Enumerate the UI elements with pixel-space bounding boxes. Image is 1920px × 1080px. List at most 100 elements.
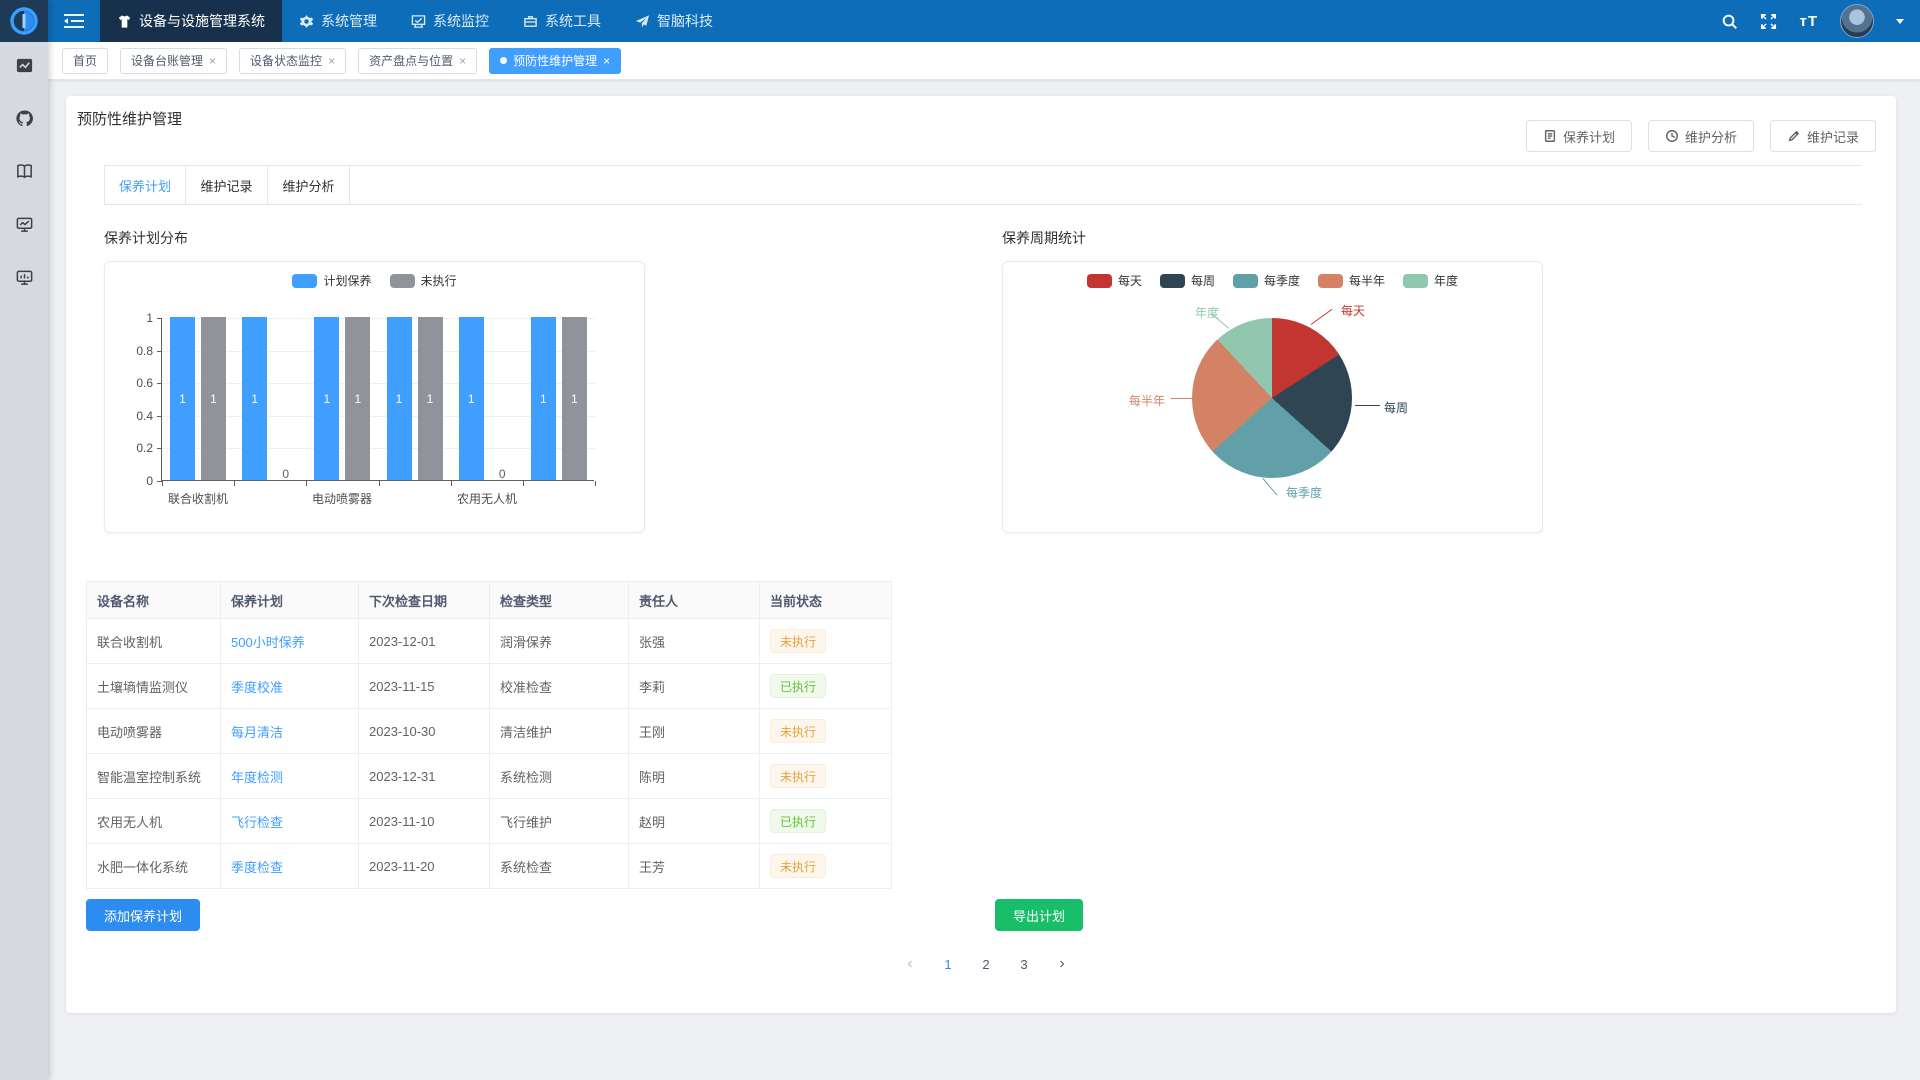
bar-value-label: 1 bbox=[354, 392, 361, 406]
pie-chart[interactable] bbox=[1192, 318, 1352, 478]
column-header: 检查类型 bbox=[490, 582, 629, 618]
menu-item-equipment-system[interactable]: 设备与设施管理系统 bbox=[100, 0, 282, 42]
bar-计划保养-智能温室控制系统: 1 bbox=[387, 317, 412, 480]
owner-cell: 陈明 bbox=[629, 754, 760, 798]
search-icon[interactable] bbox=[1721, 13, 1738, 30]
y-tick bbox=[157, 318, 162, 319]
bar-value-label: 1 bbox=[571, 392, 578, 406]
page-header-actions: 保养计划 维护分析 维护记录 bbox=[1526, 120, 1876, 152]
tag-equipment-status[interactable]: 设备状态监控× bbox=[239, 48, 346, 74]
plan-link[interactable]: 年度检测 bbox=[231, 767, 283, 786]
owner-cell: 王刚 bbox=[629, 709, 760, 753]
shirt-icon bbox=[117, 14, 132, 29]
bar-value-label: 1 bbox=[468, 392, 475, 406]
page-button-3[interactable]: 3 bbox=[1012, 952, 1036, 976]
menu-item-system-tools[interactable]: 系统工具 bbox=[506, 0, 618, 42]
status-badge: 已执行 bbox=[770, 809, 826, 833]
legend-unexecuted[interactable]: 未执行 bbox=[390, 272, 457, 289]
tag-label: 设备台账管理 bbox=[131, 52, 203, 69]
bar-value-label: 1 bbox=[210, 392, 217, 406]
x-axis-label: 电动喷雾器 bbox=[312, 490, 372, 507]
button-label: 维护分析 bbox=[1685, 127, 1737, 146]
legend-annual[interactable]: 年度 bbox=[1403, 272, 1458, 289]
bar-chart-plot: 1 0.8 0.6 0.4 0.2 0 联合收割机 电动喷雾器 农用无人机 11… bbox=[161, 318, 594, 481]
legend-label: 每季度 bbox=[1264, 272, 1300, 289]
x-axis-label: 农用无人机 bbox=[457, 490, 517, 507]
legend-weekly[interactable]: 每周 bbox=[1160, 272, 1215, 289]
book-icon[interactable] bbox=[15, 162, 34, 184]
add-maintenance-plan-button[interactable]: 添加保养计划 bbox=[86, 899, 200, 931]
legend-planned[interactable]: 计划保养 bbox=[292, 272, 371, 289]
close-icon[interactable]: × bbox=[459, 55, 466, 67]
column-header: 下次检查日期 bbox=[359, 582, 490, 618]
bar-value-label: 1 bbox=[396, 392, 403, 406]
maintenance-plan-button[interactable]: 保养计划 bbox=[1526, 120, 1632, 152]
bar-计划保养-联合收割机: 1 bbox=[170, 317, 195, 480]
legend-swatch bbox=[390, 274, 415, 288]
table-row: 水肥一体化系统 季度检查 2023-11-20 系统检查 王芳 未执行 bbox=[86, 844, 892, 889]
tab-maintenance-analysis[interactable]: 维护分析 bbox=[268, 166, 350, 204]
legend-quarterly[interactable]: 每季度 bbox=[1233, 272, 1300, 289]
menu-item-label: 系统管理 bbox=[321, 11, 377, 31]
next-date-cell: 2023-11-15 bbox=[359, 664, 490, 708]
tag-equipment-ledger[interactable]: 设备台账管理 × bbox=[120, 48, 227, 74]
export-plan-button[interactable]: 导出计划 bbox=[995, 899, 1083, 931]
fullscreen-icon[interactable] bbox=[1760, 13, 1777, 30]
paper-plane-icon bbox=[635, 14, 650, 29]
dashboard-icon[interactable] bbox=[15, 268, 34, 290]
bar-value-label: 1 bbox=[251, 392, 258, 406]
bar-未执行-智能温室控制系统: 1 bbox=[418, 317, 443, 480]
owner-cell: 李莉 bbox=[629, 664, 760, 708]
page-title: 预防性维护管理 bbox=[77, 108, 182, 129]
bar-value-label: 1 bbox=[179, 392, 186, 406]
x-tick bbox=[234, 481, 235, 486]
plan-link[interactable]: 飞行检查 bbox=[231, 812, 283, 831]
page-button-1[interactable]: 1 bbox=[936, 952, 960, 976]
tag-asset-inventory[interactable]: 资产盘点与位置× bbox=[358, 48, 477, 74]
tag-preventive-maintenance[interactable]: 预防性维护管理 × bbox=[489, 48, 621, 74]
chevron-down-icon[interactable] bbox=[1896, 19, 1904, 24]
tab-maintenance-records[interactable]: 维护记录 bbox=[186, 166, 268, 204]
next-page-button[interactable]: › bbox=[1050, 952, 1074, 976]
close-icon[interactable]: × bbox=[328, 55, 335, 67]
tab-maintenance-plan[interactable]: 保养计划 bbox=[104, 166, 186, 204]
owner-cell: 王芳 bbox=[629, 844, 760, 888]
github-icon[interactable] bbox=[15, 109, 34, 131]
column-header: 当前状态 bbox=[760, 582, 892, 618]
menu-item-system-management[interactable]: 系统管理 bbox=[282, 0, 394, 42]
logo-icon bbox=[8, 5, 40, 37]
y-axis-label: 0.8 bbox=[123, 344, 153, 358]
close-icon[interactable]: × bbox=[603, 55, 610, 67]
prev-page-button[interactable]: ‹ bbox=[898, 952, 922, 976]
legend-swatch bbox=[1403, 274, 1428, 288]
legend-semiannual[interactable]: 每半年 bbox=[1318, 272, 1385, 289]
plan-link[interactable]: 季度校准 bbox=[231, 677, 283, 696]
plan-link[interactable]: 季度检查 bbox=[231, 857, 283, 876]
check-type-cell: 系统检测 bbox=[490, 754, 629, 798]
y-axis-label: 0.4 bbox=[123, 409, 153, 423]
legend-swatch bbox=[1318, 274, 1343, 288]
tag-home[interactable]: 首页 bbox=[62, 48, 108, 74]
monitor-chart-icon[interactable] bbox=[15, 215, 34, 237]
plan-link[interactable]: 每月清洁 bbox=[231, 722, 283, 741]
plan-link[interactable]: 500小时保养 bbox=[231, 632, 305, 651]
pie-slice-label: 每季度 bbox=[1286, 484, 1322, 501]
legend-daily[interactable]: 每天 bbox=[1087, 272, 1142, 289]
close-icon[interactable]: × bbox=[209, 55, 216, 67]
page-button-2[interactable]: 2 bbox=[974, 952, 998, 976]
bar-value-label: 1 bbox=[427, 392, 434, 406]
maintenance-records-button[interactable]: 维护记录 bbox=[1770, 120, 1876, 152]
menu-item-system-monitor[interactable]: 系统监控 bbox=[394, 0, 506, 42]
maintenance-analysis-button[interactable]: 维护分析 bbox=[1648, 120, 1754, 152]
tag-label: 预防性维护管理 bbox=[513, 52, 597, 69]
font-size-icon[interactable]: тT bbox=[1799, 13, 1818, 30]
app-logo[interactable] bbox=[0, 0, 48, 42]
menu-item-zhinao-tech[interactable]: 智脑科技 bbox=[618, 0, 730, 42]
image-chart-icon[interactable] bbox=[15, 56, 34, 78]
pie-slice-label: 每周 bbox=[1384, 399, 1408, 416]
pie-label-line bbox=[1355, 405, 1380, 406]
bar-计划保养-土壤墒情监测仪: 1 bbox=[242, 317, 267, 480]
bar-计划保养-水肥一体化系统: 1 bbox=[531, 317, 556, 480]
sidebar-collapse-button[interactable] bbox=[48, 0, 100, 42]
user-avatar[interactable] bbox=[1840, 4, 1874, 38]
